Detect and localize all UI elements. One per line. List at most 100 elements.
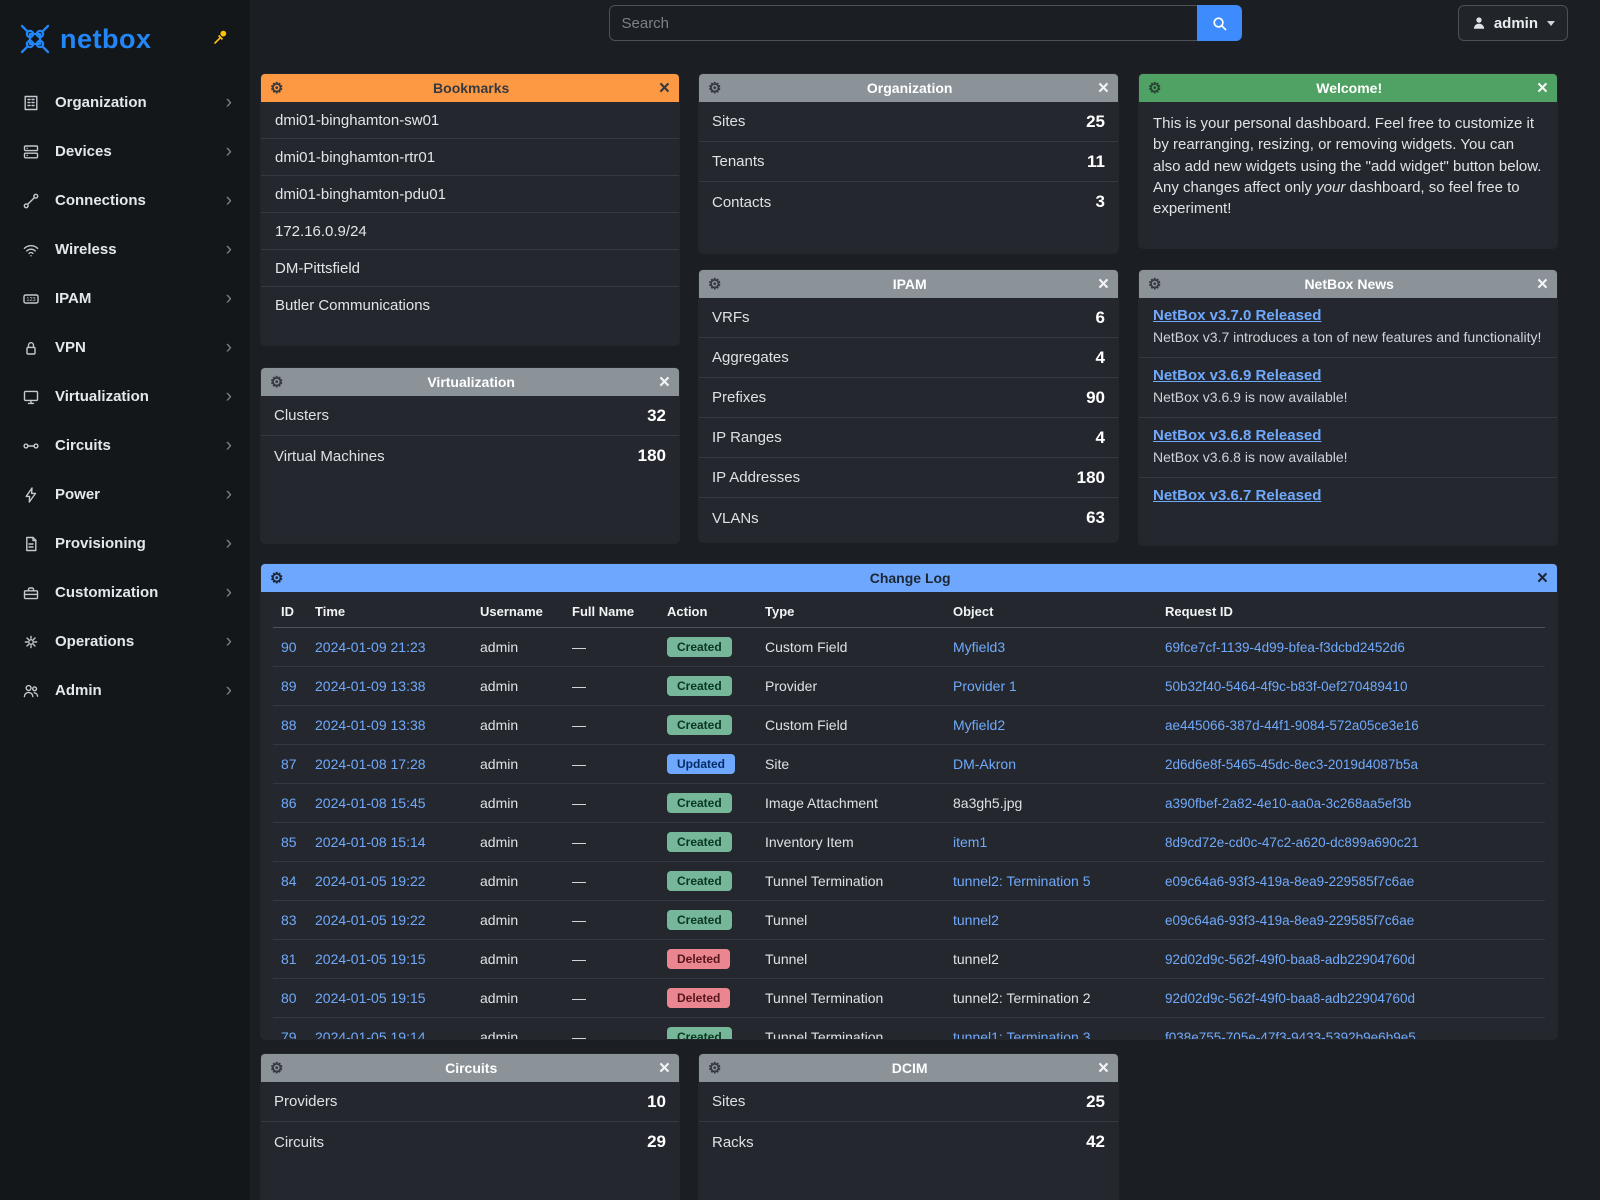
change-id-link[interactable]: 85 (281, 834, 297, 850)
bookmark-item[interactable]: DM-Pittsfield (261, 250, 679, 287)
widget-close-icon[interactable]: × (1537, 79, 1548, 98)
widget-close-icon[interactable]: × (1098, 79, 1109, 98)
request-id-link[interactable]: 69fce7cf-1139-4d99-bfea-f3dcbd2452d6 (1165, 640, 1405, 655)
widget-close-icon[interactable]: × (1098, 1059, 1109, 1078)
news-headline-link[interactable]: NetBox v3.6.8 Released (1153, 427, 1321, 444)
widget-config-icon[interactable]: ⚙ (270, 1061, 283, 1076)
change-time-link[interactable]: 2024-01-05 19:15 (315, 951, 426, 967)
request-id-link[interactable]: 92d02d9c-562f-49f0-baa8-adb22904760d (1165, 991, 1415, 1006)
stat-count[interactable]: 32 (647, 406, 666, 426)
stat-count[interactable]: 42 (1086, 1132, 1105, 1152)
sidebar-item-circuits[interactable]: Circuits › (0, 421, 250, 470)
change-id-link[interactable]: 84 (281, 873, 297, 889)
widget-config-icon[interactable]: ⚙ (270, 375, 283, 390)
search-input[interactable] (609, 5, 1197, 41)
change-time-link[interactable]: 2024-01-05 19:22 (315, 912, 426, 928)
stat-count[interactable]: 63 (1086, 508, 1105, 528)
sidebar-item-admin[interactable]: Admin › (0, 666, 250, 715)
bookmark-item[interactable]: 172.16.0.9/24 (261, 213, 679, 250)
news-headline-link[interactable]: NetBox v3.6.9 Released (1153, 367, 1321, 384)
sidebar-item-ipam[interactable]: 123 IPAM › (0, 274, 250, 323)
request-id-link[interactable]: e09c64a6-93f3-419a-8ea9-229585f7c6ae (1165, 913, 1414, 928)
widget-close-icon[interactable]: × (659, 79, 670, 98)
widget-config-icon[interactable]: ⚙ (708, 1061, 721, 1076)
change-object-link[interactable]: item1 (953, 834, 987, 850)
change-id-link[interactable]: 87 (281, 756, 297, 772)
user-menu-button[interactable]: admin (1458, 5, 1568, 41)
stat-count[interactable]: 180 (1077, 468, 1105, 488)
change-time-link[interactable]: 2024-01-08 15:45 (315, 795, 426, 811)
sidebar-item-provisioning[interactable]: Provisioning › (0, 519, 250, 568)
request-id-link[interactable]: 50b32f40-5464-4f9c-b83f-0ef270489410 (1165, 679, 1407, 694)
pin-sidebar-icon[interactable] (212, 28, 230, 46)
sidebar-item-devices[interactable]: Devices › (0, 127, 250, 176)
netbox-logo[interactable]: netbox (18, 22, 152, 56)
change-time-link[interactable]: 2024-01-08 15:14 (315, 834, 426, 850)
change-time-link[interactable]: 2024-01-05 19:15 (315, 990, 426, 1006)
change-id-link[interactable]: 83 (281, 912, 297, 928)
request-id-link[interactable]: ae445066-387d-44f1-9084-572a05ce3e16 (1165, 718, 1419, 733)
change-time-link[interactable]: 2024-01-09 21:23 (315, 639, 426, 655)
search-button[interactable] (1197, 5, 1242, 41)
change-object-link[interactable]: tunnel1: Termination 3 (953, 1029, 1091, 1039)
sidebar-item-connections[interactable]: Connections › (0, 176, 250, 225)
bookmark-item[interactable]: dmi01-binghamton-pdu01 (261, 176, 679, 213)
change-object-link[interactable]: tunnel2 (953, 912, 999, 928)
sidebar-item-wireless[interactable]: Wireless › (0, 225, 250, 274)
change-time-link[interactable]: 2024-01-09 13:38 (315, 678, 426, 694)
stat-count[interactable]: 6 (1096, 308, 1105, 328)
sidebar-item-organization[interactable]: Organization › (0, 78, 250, 127)
request-id-link[interactable]: 92d02d9c-562f-49f0-baa8-adb22904760d (1165, 952, 1415, 967)
sidebar-item-power[interactable]: Power › (0, 470, 250, 519)
stat-count[interactable]: 10 (647, 1092, 666, 1112)
change-object-link[interactable]: Myfield2 (953, 717, 1005, 733)
widget-config-icon[interactable]: ⚙ (270, 571, 283, 586)
stat-count[interactable]: 25 (1086, 1092, 1105, 1112)
bookmark-item[interactable]: Butler Communications (261, 287, 679, 324)
widget-config-icon[interactable]: ⚙ (270, 81, 283, 96)
widget-config-icon[interactable]: ⚙ (1148, 277, 1161, 292)
widget-close-icon[interactable]: × (1098, 275, 1109, 294)
bookmark-item[interactable]: dmi01-binghamton-sw01 (261, 102, 679, 139)
stat-count[interactable]: 90 (1086, 388, 1105, 408)
stat-count[interactable]: 29 (647, 1132, 666, 1152)
change-time-link[interactable]: 2024-01-08 17:28 (315, 756, 426, 772)
change-id-link[interactable]: 86 (281, 795, 297, 811)
widget-config-icon[interactable]: ⚙ (708, 81, 721, 96)
widget-close-icon[interactable]: × (1537, 275, 1548, 294)
sidebar-item-customization[interactable]: Customization › (0, 568, 250, 617)
stat-count[interactable]: 11 (1087, 152, 1105, 172)
request-id-link[interactable]: 8d9cd72e-cd0c-47c2-a620-dc899a690c21 (1165, 835, 1419, 850)
change-id-link[interactable]: 88 (281, 717, 297, 733)
stat-count[interactable]: 180 (638, 446, 666, 466)
widget-close-icon[interactable]: × (659, 1059, 670, 1078)
request-id-link[interactable]: e09c64a6-93f3-419a-8ea9-229585f7c6ae (1165, 874, 1414, 889)
request-id-link[interactable]: f038e755-705e-47f3-9433-5392b9e6b9e5 (1165, 1030, 1416, 1039)
change-id-link[interactable]: 79 (281, 1029, 297, 1039)
stat-count[interactable]: 3 (1096, 192, 1105, 212)
stat-count[interactable]: 4 (1096, 428, 1105, 448)
bookmark-item[interactable]: dmi01-binghamton-rtr01 (261, 139, 679, 176)
change-id-link[interactable]: 81 (281, 951, 297, 967)
change-id-link[interactable]: 90 (281, 639, 297, 655)
change-time-link[interactable]: 2024-01-05 19:22 (315, 873, 426, 889)
change-object-link[interactable]: Provider 1 (953, 678, 1017, 694)
stat-count[interactable]: 25 (1086, 112, 1105, 132)
widget-close-icon[interactable]: × (1537, 569, 1548, 588)
change-time-link[interactable]: 2024-01-05 19:14 (315, 1029, 426, 1039)
widget-close-icon[interactable]: × (659, 373, 670, 392)
request-id-link[interactable]: 2d6d6e8f-5465-45dc-8ec3-2019d4087b5a (1165, 757, 1418, 772)
widget-config-icon[interactable]: ⚙ (708, 277, 721, 292)
news-headline-link[interactable]: NetBox v3.7.0 Released (1153, 307, 1321, 324)
change-time-link[interactable]: 2024-01-09 13:38 (315, 717, 426, 733)
stat-count[interactable]: 4 (1096, 348, 1105, 368)
widget-config-icon[interactable]: ⚙ (1148, 81, 1161, 96)
sidebar-item-vpn[interactable]: VPN › (0, 323, 250, 372)
news-headline-link[interactable]: NetBox v3.6.7 Released (1153, 487, 1321, 504)
change-id-link[interactable]: 89 (281, 678, 297, 694)
change-object-link[interactable]: tunnel2: Termination 5 (953, 873, 1091, 889)
change-object-link[interactable]: Myfield3 (953, 639, 1005, 655)
change-object-link[interactable]: DM-Akron (953, 756, 1016, 772)
change-id-link[interactable]: 80 (281, 990, 297, 1006)
request-id-link[interactable]: a390fbef-2a82-4e10-aa0a-3c268aa5ef3b (1165, 796, 1411, 811)
